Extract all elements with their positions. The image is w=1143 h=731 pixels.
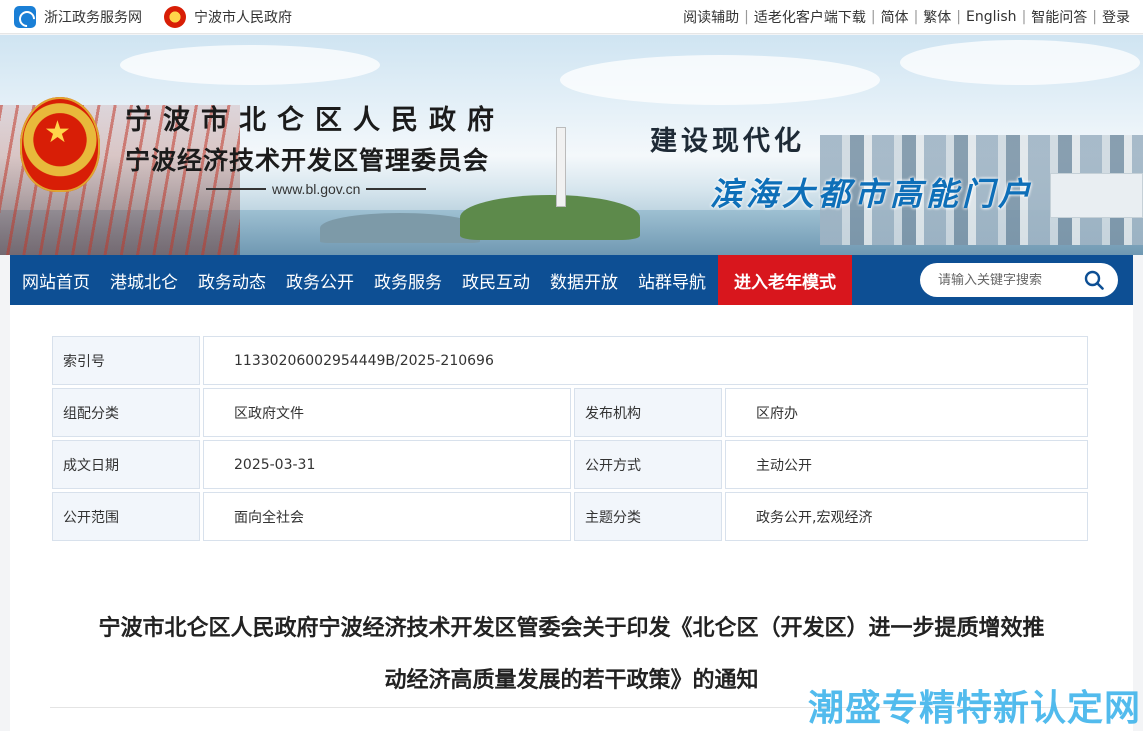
nav-site-group[interactable]: 站群导航 [628, 255, 716, 305]
meta-label: 索引号 [52, 336, 200, 385]
nav-gov-news[interactable]: 政务动态 [188, 255, 276, 305]
ningbo-gov-link[interactable]: 宁波市人民政府 [164, 6, 292, 28]
nav-home[interactable]: 网站首页 [10, 255, 100, 305]
zhejiang-gov-link[interactable]: 浙江政务服务网 [14, 6, 142, 28]
divider: | [913, 9, 919, 25]
nav-open-data[interactable]: 数据开放 [540, 255, 628, 305]
meta-label: 主题分类 [574, 492, 722, 541]
site-url: www.bl.gov.cn [200, 181, 432, 197]
top-bar-left: 浙江政务服务网 宁波市人民政府 [14, 0, 314, 34]
zhejiang-service-icon [14, 6, 36, 28]
table-row: 组配分类 区政府文件 发布机构 区府办 [52, 388, 1088, 437]
banner-slogan-1: 建设现代化 [650, 126, 805, 157]
document-meta-table: 索引号 11330206002954449B/2025-210696 组配分类 … [49, 333, 1091, 544]
site-banner: 宁波市北仑区人民政府 宁波经济技术开发区管理委员会 www.bl.gov.cn … [0, 35, 1143, 255]
meta-value: 11330206002954449B/2025-210696 [203, 336, 1088, 385]
banner-island [460, 195, 640, 240]
elder-mode-button[interactable]: 进入老年模式 [718, 255, 852, 305]
nav-gov-services[interactable]: 政务服务 [364, 255, 452, 305]
org-name-line1: 宁波市北仑区人民政府 [125, 105, 505, 136]
meta-value: 主动公开 [725, 440, 1088, 489]
divider: | [1021, 9, 1027, 25]
nav-gov-disclosure[interactable]: 政务公开 [276, 255, 364, 305]
national-emblem-icon [164, 6, 186, 28]
banner-island [320, 213, 480, 243]
simplified-chinese-link[interactable]: 简体 [881, 7, 909, 27]
nav-port-city-beilun[interactable]: 港城北仑 [100, 255, 188, 305]
elderly-app-download-link[interactable]: 适老化客户端下载 [754, 7, 866, 27]
banner-cloud [560, 55, 880, 105]
table-row: 公开范围 面向全社会 主题分类 政务公开,宏观经济 [52, 492, 1088, 541]
lighthouse-image [556, 127, 566, 207]
table-row: 索引号 11330206002954449B/2025-210696 [52, 336, 1088, 385]
english-link[interactable]: English [966, 9, 1017, 25]
meta-value: 2025-03-31 [203, 440, 571, 489]
ningbo-gov-label: 宁波市人民政府 [194, 10, 292, 26]
national-emblem-logo[interactable] [20, 97, 100, 192]
meta-value: 政务公开,宏观经济 [725, 492, 1088, 541]
org-name-line2: 宁波经济技术开发区管理委员会 [125, 146, 490, 175]
meta-label: 发布机构 [574, 388, 722, 437]
reading-aid-link[interactable]: 阅读辅助 [683, 7, 739, 27]
meta-label: 公开方式 [574, 440, 722, 489]
meta-value: 区府办 [725, 388, 1088, 437]
banner-cloud [900, 40, 1140, 85]
top-bar-links: 阅读辅助 | 适老化客户端下载 | 简体 | 繁体 | English | 智能… [683, 0, 1130, 34]
nav-interaction[interactable]: 政民互动 [452, 255, 540, 305]
banner-cloud [120, 45, 380, 85]
article-content: 索引号 11330206002954449B/2025-210696 组配分类 … [10, 305, 1133, 731]
divider: | [956, 9, 961, 25]
divider: | [744, 9, 749, 25]
top-bar: 浙江政务服务网 宁波市人民政府 阅读辅助 | 适老化客户端下载 | 简体 | 繁… [0, 0, 1143, 34]
watermark: 潮盛专精特新认定网 [807, 688, 1141, 729]
meta-value: 面向全社会 [203, 492, 571, 541]
table-row: 成文日期 2025-03-31 公开方式 主动公开 [52, 440, 1088, 489]
smart-qa-link[interactable]: 智能问答 [1031, 7, 1087, 27]
search-box [920, 263, 1118, 297]
meta-label: 公开范围 [52, 492, 200, 541]
traditional-chinese-link[interactable]: 繁体 [923, 7, 951, 27]
search-input[interactable] [920, 272, 1070, 288]
document-title-line1: 宁波市北仑区人民政府宁波经济技术开发区管委会关于印发《北仑区（开发区）进一步提质… [98, 616, 1045, 641]
meta-value: 区政府文件 [203, 388, 571, 437]
banner-slogan-2: 滨海大都市高能门户 [710, 175, 1035, 213]
login-link[interactable]: 登录 [1102, 7, 1130, 27]
divider: | [870, 9, 876, 25]
zhejiang-gov-label: 浙江政务服务网 [44, 10, 142, 26]
divider: | [1092, 9, 1097, 25]
search-icon[interactable] [1084, 270, 1104, 290]
main-nav: 网站首页 港城北仑 政务动态 政务公开 政务服务 政民互动 数据开放 站群导航 … [10, 255, 1133, 305]
meta-label: 成文日期 [52, 440, 200, 489]
city-building-image [1050, 173, 1143, 218]
meta-label: 组配分类 [52, 388, 200, 437]
